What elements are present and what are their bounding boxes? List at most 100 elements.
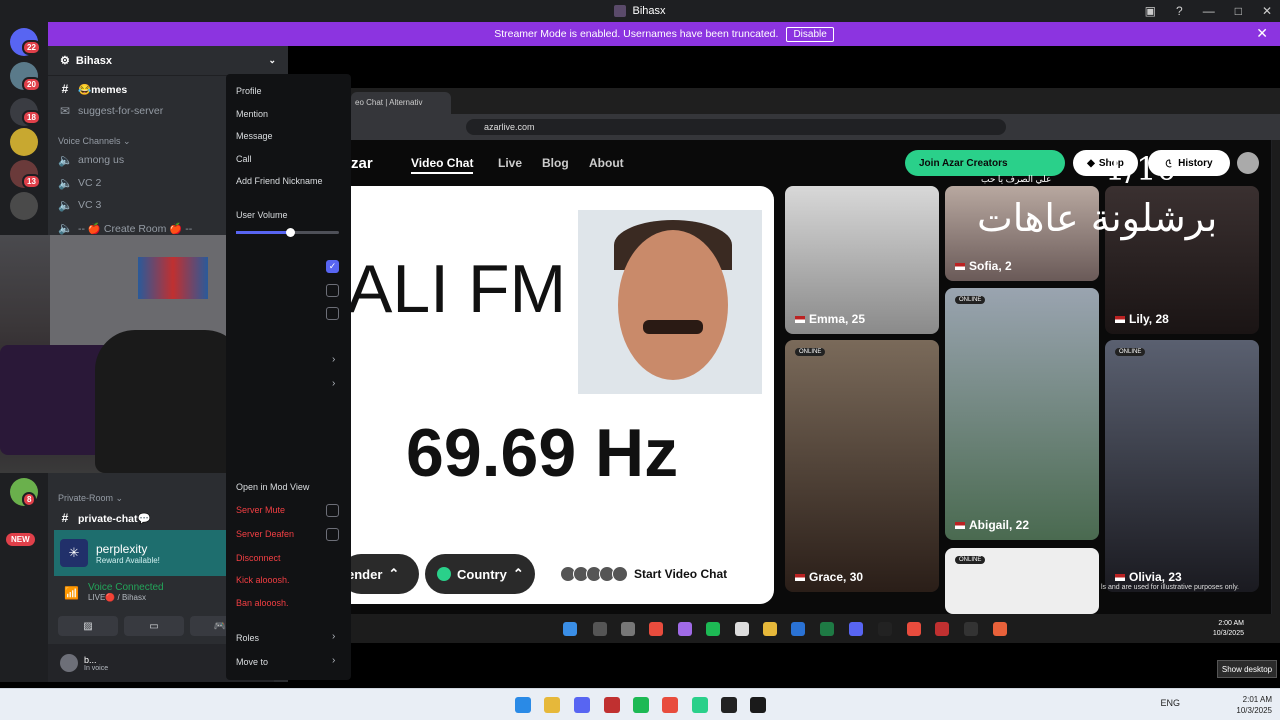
scrollbar[interactable] bbox=[1272, 140, 1280, 614]
system-clock[interactable]: 2:01 AM 10/3/2025 bbox=[1236, 694, 1272, 716]
voice-channel[interactable]: 🔈 among us bbox=[58, 153, 124, 167]
menu-server-mute[interactable]: Server Mute bbox=[236, 505, 285, 515]
menu-move-to[interactable]: Move to bbox=[236, 657, 268, 667]
profile-card[interactable]: ONLINE Grace, 30 bbox=[785, 340, 939, 592]
private-category[interactable]: Private-Room ⌄ bbox=[58, 493, 123, 504]
app-icon[interactable] bbox=[692, 697, 708, 713]
globe-icon bbox=[437, 567, 451, 581]
channel-suggest[interactable]: ✉ suggest-for-server bbox=[58, 104, 163, 118]
search-icon[interactable] bbox=[593, 622, 607, 636]
checkbox[interactable] bbox=[326, 528, 339, 541]
terminal-icon[interactable] bbox=[750, 697, 766, 713]
camera-off-button[interactable]: ▨ bbox=[58, 616, 118, 636]
inbox-icon[interactable]: ▣ bbox=[1145, 4, 1156, 18]
wall-picture bbox=[138, 257, 208, 299]
menu-add-nickname[interactable]: Add Friend Nickname bbox=[236, 176, 323, 186]
spotify-icon[interactable] bbox=[706, 622, 720, 636]
url-bar[interactable]: azarlive.com bbox=[466, 119, 1006, 135]
discord-icon[interactable] bbox=[574, 697, 590, 713]
menu-roles[interactable]: Roles bbox=[236, 633, 259, 643]
profile-card[interactable]: Emma, 25 bbox=[785, 186, 939, 334]
signal-icon[interactable]: 📶 bbox=[64, 586, 79, 600]
outlook-icon[interactable] bbox=[791, 622, 805, 636]
checkbox[interactable] bbox=[326, 504, 339, 517]
folder-icon[interactable] bbox=[763, 622, 777, 636]
profile-card[interactable]: ONLINE bbox=[945, 548, 1099, 614]
app-icon[interactable] bbox=[964, 622, 978, 636]
chrome-icon[interactable] bbox=[907, 622, 921, 636]
app-icon[interactable] bbox=[604, 697, 620, 713]
remote-clock: 2:00 AM 10/3/2025 bbox=[1213, 619, 1244, 639]
profile-card[interactable]: ONLINE Abigail, 22 bbox=[945, 288, 1099, 540]
channel-memes[interactable]: # 😂memes bbox=[58, 82, 128, 96]
discord-icon[interactable] bbox=[849, 622, 863, 636]
copilot-icon[interactable] bbox=[678, 622, 692, 636]
voice-channel[interactable]: 🔈 VC 2 bbox=[58, 176, 101, 190]
join-creators-button[interactable]: Join Azar Creators bbox=[905, 150, 1065, 176]
promo-title: perplexity bbox=[96, 541, 148, 556]
profile-card[interactable]: ONLINE Olivia, 23 bbox=[1105, 340, 1259, 592]
checkbox[interactable] bbox=[326, 284, 339, 297]
azar-logo[interactable]: zar bbox=[351, 155, 373, 172]
obs-icon[interactable] bbox=[721, 697, 737, 713]
screen-share-button[interactable]: ▭ bbox=[124, 616, 184, 636]
server-icon[interactable] bbox=[10, 128, 38, 156]
remote-date: 10/3/2025 bbox=[1212, 630, 1244, 637]
minimize-button[interactable]: — bbox=[1203, 4, 1215, 18]
menu-disconnect[interactable]: Disconnect bbox=[236, 553, 281, 563]
chrome-icon[interactable] bbox=[649, 622, 663, 636]
country-label: Country bbox=[457, 566, 507, 582]
nav-live[interactable]: Live bbox=[498, 156, 522, 170]
menu-profile[interactable]: Profile bbox=[236, 86, 262, 96]
gender-filter-button[interactable]: ender ⌃ bbox=[351, 554, 419, 594]
overlay-arabic-big: برشلونة عاهات bbox=[977, 196, 1218, 240]
server-icon[interactable] bbox=[10, 192, 38, 220]
excel-icon[interactable] bbox=[820, 622, 834, 636]
menu-message[interactable]: Message bbox=[236, 131, 273, 141]
brave-icon[interactable] bbox=[993, 622, 1007, 636]
close-icon[interactable]: ✕ bbox=[1256, 25, 1268, 42]
menu-mod-view[interactable]: Open in Mod View bbox=[236, 482, 309, 492]
checkbox[interactable] bbox=[326, 307, 339, 320]
menu-kick[interactable]: Kick alooosh. bbox=[236, 575, 290, 585]
menu-ban[interactable]: Ban alooosh. bbox=[236, 598, 289, 608]
voice-category[interactable]: Voice Channels ⌄ bbox=[58, 136, 131, 147]
browser-tab[interactable]: eo Chat | Alternativ bbox=[351, 92, 451, 114]
checkbox-checked[interactable]: ✓ bbox=[326, 260, 339, 273]
volume-knob[interactable] bbox=[286, 228, 295, 237]
nav-about[interactable]: About bbox=[589, 156, 624, 170]
profile-icon[interactable] bbox=[1237, 152, 1259, 174]
help-icon[interactable]: ? bbox=[1176, 4, 1183, 18]
card-name: Olivia, 23 bbox=[1129, 570, 1182, 584]
channel-private-chat[interactable]: # private-chat💬 bbox=[58, 511, 151, 525]
chevron-right-icon[interactable]: › bbox=[332, 378, 335, 389]
menu-server-deafen[interactable]: Server Deafen bbox=[236, 529, 294, 539]
maximize-button[interactable]: □ bbox=[1235, 4, 1242, 18]
chrome-icon[interactable] bbox=[662, 697, 678, 713]
start-video-chat-button[interactable]: Start Video Chat bbox=[560, 554, 763, 594]
windows-start-icon[interactable] bbox=[563, 622, 577, 636]
country-filter-button[interactable]: Country ⌃ bbox=[425, 554, 535, 594]
chevron-up-icon: ⌃ bbox=[512, 566, 524, 581]
voice-channel[interactable]: 🔈 -- 🍎 Create Room 🍎 -- bbox=[58, 221, 192, 235]
terminal-icon[interactable] bbox=[878, 622, 892, 636]
guild-header[interactable]: ⚙ Bihasx ⌄ bbox=[48, 46, 288, 76]
menu-mention[interactable]: Mention bbox=[236, 109, 268, 119]
disable-button[interactable]: Disable bbox=[786, 26, 834, 42]
app-icon[interactable] bbox=[935, 622, 949, 636]
nav-video-chat[interactable]: Video Chat bbox=[411, 156, 474, 174]
nav-blog[interactable]: Blog bbox=[542, 156, 569, 170]
folder-icon[interactable] bbox=[544, 697, 560, 713]
store-icon[interactable] bbox=[735, 622, 749, 636]
volume-slider[interactable] bbox=[236, 228, 339, 237]
tray-lang[interactable]: ENG bbox=[1160, 698, 1180, 708]
disclaimer-text: ls and are used for illustrative purpose… bbox=[1101, 584, 1239, 591]
menu-call[interactable]: Call bbox=[236, 154, 252, 164]
task-view-icon[interactable] bbox=[621, 622, 635, 636]
chevron-right-icon[interactable]: › bbox=[332, 354, 335, 365]
close-button[interactable]: ✕ bbox=[1262, 4, 1272, 18]
chevron-right-icon: › bbox=[332, 655, 336, 666]
spotify-icon[interactable] bbox=[633, 697, 649, 713]
voice-channel[interactable]: 🔈 VC 3 bbox=[58, 198, 101, 212]
windows-start-icon[interactable] bbox=[515, 697, 531, 713]
